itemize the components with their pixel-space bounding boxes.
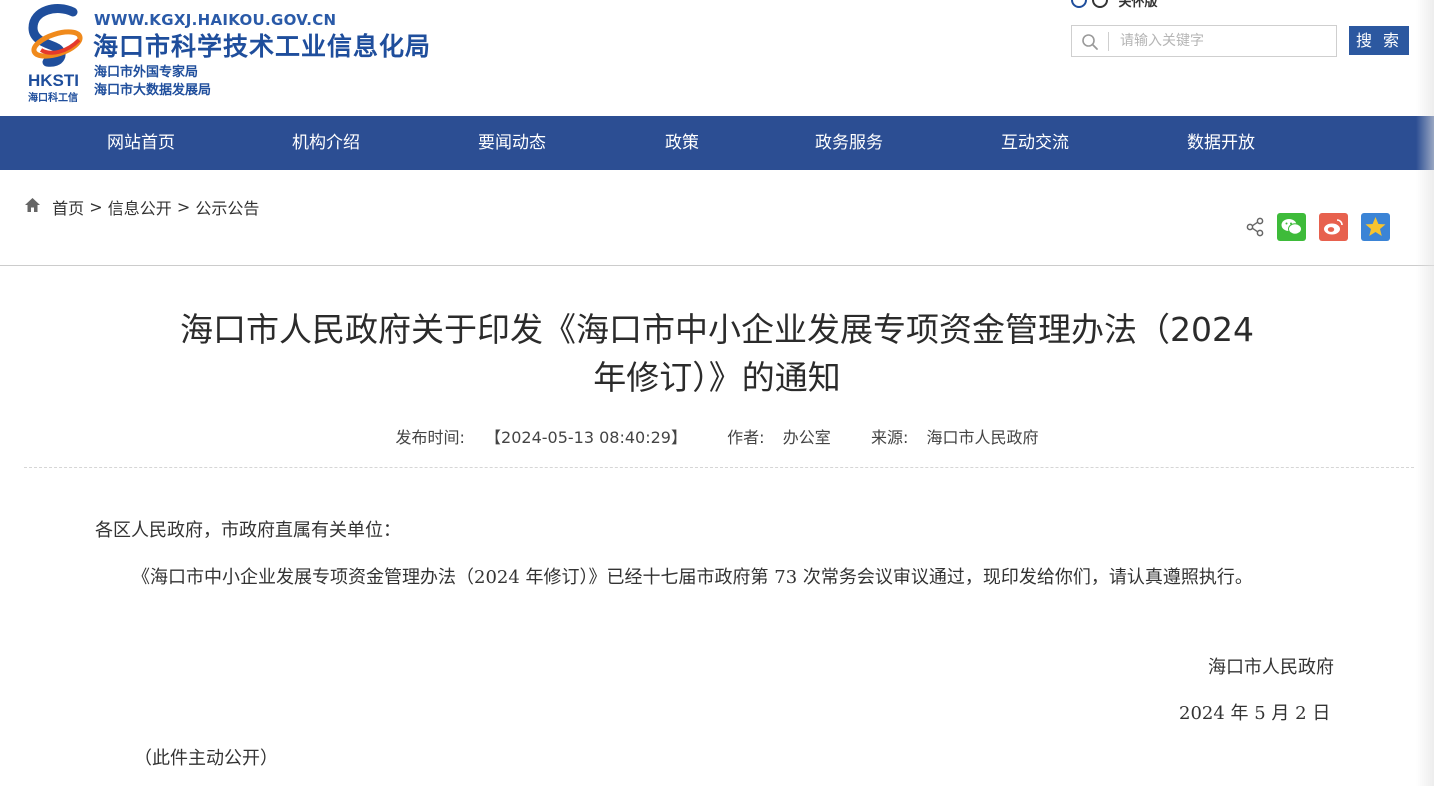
logo-text: HKSTI [28, 71, 79, 90]
site-subtitle-big-data: 海口市大数据发展局 [94, 83, 212, 98]
breadcrumb-separator: > [176, 197, 191, 217]
breadcrumb-separator: > [89, 197, 103, 217]
article-title-line: 年修订）》的通知 [593, 358, 841, 397]
site-subtitle-foreign-experts: 海口市外国专家局 [94, 65, 199, 80]
source-label: 来源: [870, 428, 909, 447]
search-box [1071, 25, 1337, 57]
wechat-share-button[interactable] [1277, 213, 1306, 241]
share-icon[interactable] [1244, 216, 1266, 238]
breadcrumb-announcements[interactable]: 公示公告 [195, 199, 259, 218]
nav-item-policy[interactable]: 政策 [665, 116, 699, 170]
weibo-share-button[interactable] [1319, 213, 1348, 241]
breadcrumb: 首页 > 信息公开 > 公示公告 [24, 195, 259, 219]
nav-item-news[interactable]: 要闻动态 [478, 116, 546, 170]
nav-item-services[interactable]: 政务服务 [815, 116, 883, 170]
logo-caption: 海口科工信 [28, 91, 78, 104]
nav-item-about[interactable]: 机构介绍 [292, 116, 360, 170]
accessibility-icon [1071, 0, 1108, 8]
nav-item-home[interactable]: 网站首页 [107, 116, 175, 170]
site-name[interactable]: 海口市科学技术工业信息化局 [93, 27, 431, 63]
page-edge-shadow [1416, 0, 1434, 786]
search-divider [1108, 32, 1109, 51]
qzone-icon [1365, 217, 1386, 236]
search-input[interactable] [1120, 30, 1330, 52]
qzone-share-button[interactable] [1361, 213, 1390, 241]
home-icon [25, 197, 40, 212]
article-meta: 发布时间: 【2024-05-13 08:40:29】 作者: 办公室 来源: … [0, 424, 1434, 448]
dashed-divider [24, 467, 1414, 468]
search-button[interactable]: 搜 索 [1349, 26, 1409, 55]
body-paragraph: 《海口市中小企业发展专项资金管理办法（2024 年修订）》已经十七届市政府第 7… [132, 567, 1253, 588]
breadcrumb-info-disclosure[interactable]: 信息公开 [108, 199, 172, 218]
breadcrumb-home[interactable]: 首页 [52, 199, 84, 218]
weibo-icon [1324, 219, 1343, 235]
hksti-logo[interactable]: HKSTI 海口科工信 [27, 4, 87, 104]
nav-item-interaction[interactable]: 互动交流 [1001, 116, 1069, 170]
wechat-icon [1281, 219, 1302, 235]
article-title: 海口市人民政府关于印发《海口市中小企业发展专项资金管理办法（2024 年修订）》… [140, 306, 1294, 402]
search-icon [1082, 34, 1098, 50]
article-title-line: 海口市人民政府关于印发《海口市中小企业发展专项资金管理办法（2024 [180, 310, 1254, 349]
publish-time-label: 发布时间: [395, 428, 465, 447]
author-label: 作者: [727, 428, 765, 447]
main-nav: 网站首页 机构介绍 要闻动态 政策 政务服务 互动交流 数据开放 [0, 116, 1434, 170]
salutation: 各区人民政府，市政府直属有关单位： [95, 520, 401, 541]
care-mode-label: 关怀版 [1118, 0, 1158, 10]
care-mode-link[interactable]: 关怀版 [1070, 0, 1158, 10]
author: 办公室 [782, 428, 831, 447]
site-header: HKSTI 海口科工信 WWW.KGXJ.HAIKOU.GOV.CN 海口市科学… [0, 0, 1434, 116]
document-date: 2024 年 5 月 2 日 [1179, 703, 1331, 724]
source: 海口市人民政府 [926, 428, 1039, 447]
signature: 海口市人民政府 [1208, 657, 1334, 678]
divider [0, 265, 1434, 266]
disclosure-note: （此件主动公开） [134, 748, 278, 769]
publish-time: 【2024-05-13 08:40:29】 [485, 428, 687, 447]
nav-item-open-data[interactable]: 数据开放 [1187, 116, 1255, 170]
